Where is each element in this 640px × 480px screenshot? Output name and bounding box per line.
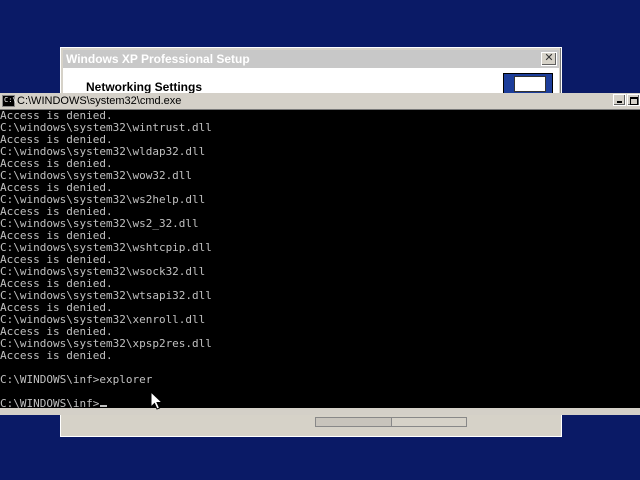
console-line: C:\WINDOWS\inf>explorer — [0, 373, 153, 386]
command-prompt-icon[interactable]: C:\ — [2, 95, 17, 107]
console-area[interactable]: Access is denied. C:\windows\system32\win… — [0, 110, 640, 408]
setup-titlebar[interactable]: Windows XP Professional Setup ✕ — [63, 50, 559, 68]
cmd-window-title: C:\WINDOWS\system32\cmd.exe — [17, 95, 182, 107]
setup-progress-bar — [315, 417, 467, 427]
text-cursor — [100, 405, 108, 407]
monitor-shape — [514, 76, 546, 92]
close-icon[interactable]: ✕ — [541, 52, 557, 66]
console-line: Access is denied. — [0, 349, 113, 362]
minimize-icon[interactable] — [613, 94, 626, 106]
cmd-window: C:\ C:\WINDOWS\system32\cmd.exe Access i… — [0, 93, 640, 415]
cmd-window-bottom-edge — [0, 408, 640, 415]
setup-progress-fill — [316, 418, 391, 426]
console-prompt: C:\WINDOWS\inf> — [0, 397, 100, 409]
maximize-icon[interactable] — [627, 94, 640, 106]
setup-progress-divider — [391, 418, 392, 426]
console-prompt-line: C:\WINDOWS\inf> — [0, 398, 212, 408]
setup-window-title: Windows XP Professional Setup — [66, 52, 250, 66]
setup-header-title: Networking Settings — [86, 80, 203, 94]
command-prompt-icon-glyph: C:\ — [4, 96, 17, 104]
cmd-titlebar[interactable]: C:\ C:\WINDOWS\system32\cmd.exe — [0, 93, 640, 110]
setup-bottom-bar — [61, 412, 561, 436]
console-output: Access is denied. C:\windows\system32\win… — [0, 110, 212, 408]
mouse-pointer-icon — [150, 391, 164, 410]
window-controls — [612, 94, 640, 108]
